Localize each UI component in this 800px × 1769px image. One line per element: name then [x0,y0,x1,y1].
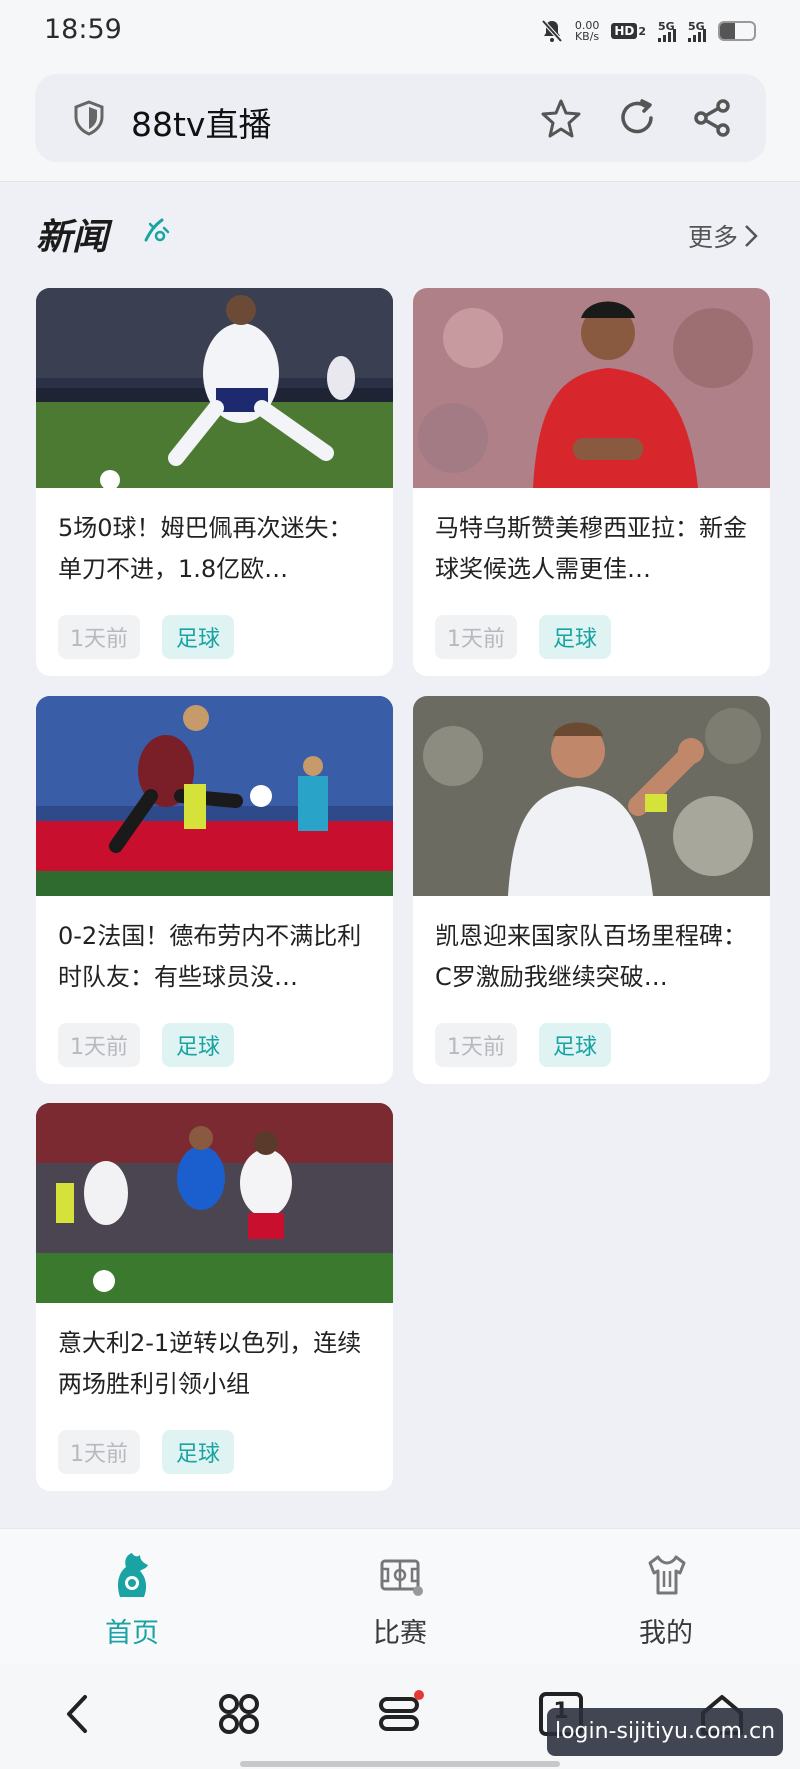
hd-label: HD [611,23,638,39]
news-photo[interactable] [413,288,770,488]
news-tags: 1天前 足球 [435,1023,612,1067]
news-category[interactable]: 足球 [162,1430,235,1474]
news-category[interactable]: 足球 [539,615,612,659]
news-time: 1天前 [58,615,140,659]
more-label[interactable]: 更多 [688,218,738,254]
status-time: 18:59 [44,14,122,45]
signal-icon-1: 5G [658,20,676,42]
tab-mine[interactable]: 我的 [576,1529,756,1664]
watermark: login-sijitiyu.com.cn [547,1708,783,1756]
news-card[interactable]: 凯恩迎来国家队百场里程碑：C罗激励我继续突破… 1天前 足球 [413,696,770,1084]
news-headline[interactable]: 意大利2-1逆转以色列，连续两场胜利引领小组 [58,1323,376,1405]
news-tags: 1天前 足球 [435,615,612,659]
battery-fill [720,23,736,39]
net-speed-unit: KB/s [574,30,600,43]
chevron-right-icon [745,225,758,247]
news-card[interactable]: 马特乌斯赞美穆西亚拉：新金球奖候选人需更佳… 1天前 足球 [413,288,770,676]
news-headline[interactable]: 凯恩迎来国家队百场里程碑：C罗激励我继续突破… [435,916,753,998]
shield-icon[interactable] [69,98,109,138]
app-tab-bar: 首页 比赛 我的 [0,1528,800,1663]
status-bar: 18:59 0.00 KB/s HD 2 5G 5G [0,0,800,62]
rooster-icon[interactable] [110,1549,156,1601]
news-card[interactable]: 0-2法国！德布劳内不满比利时队友：有些球员没… 1天前 足球 [36,696,393,1084]
signal-label-2: 5G [688,20,705,33]
jersey-icon[interactable] [644,1549,690,1601]
hd-sub: 2 [638,24,646,38]
football-deco-icon [144,218,170,242]
news-tags: 1天前 足球 [58,615,235,659]
menu-icon[interactable] [375,1689,425,1739]
url-text[interactable]: 88tv直播 [131,98,271,146]
home-indicator[interactable] [240,1761,560,1767]
news-time: 1天前 [435,1023,517,1067]
signal-label-1: 5G [658,20,675,33]
news-category[interactable]: 足球 [539,1023,612,1067]
share-icon[interactable] [690,96,734,140]
tab-home[interactable]: 首页 [42,1529,222,1664]
news-photo[interactable] [36,1103,393,1303]
tab-home-label[interactable]: 首页 [42,1611,222,1650]
tab-match-label[interactable]: 比赛 [310,1611,490,1650]
news-headline[interactable]: 马特乌斯赞美穆西亚拉：新金球奖候选人需更佳… [435,508,753,590]
news-card[interactable]: 意大利2-1逆转以色列，连续两场胜利引领小组 1天前 足球 [36,1103,393,1491]
pitch-icon[interactable] [378,1549,424,1601]
news-photo[interactable] [36,696,393,896]
tab-mine-label[interactable]: 我的 [576,1611,756,1650]
mute-bell-icon [541,19,563,43]
news-photo[interactable] [413,696,770,896]
section-title: 新闻 [36,216,109,258]
news-tags: 1天前 足球 [58,1023,235,1067]
more-link[interactable]: 更多 [688,218,758,254]
news-time: 1天前 [58,1023,140,1067]
status-icons: 0.00 KB/s HD 2 5G 5G [541,16,756,46]
news-tags: 1天前 足球 [58,1430,235,1474]
hd-badge: HD 2 [611,23,646,39]
tab-match[interactable]: 比赛 [310,1529,490,1664]
news-photo[interactable] [36,288,393,488]
address-bar[interactable]: 88tv直播 [35,74,766,162]
news-headline[interactable]: 0-2法国！德布劳内不满比利时队友：有些球员没… [58,916,376,998]
browser-chrome: 18:59 0.00 KB/s HD 2 5G 5G 88tv直播 [0,0,800,182]
news-time: 1天前 [435,615,517,659]
battery-icon [718,21,756,41]
news-category[interactable]: 足球 [162,615,235,659]
star-icon[interactable] [539,96,583,140]
news-card[interactable]: 5场0球！姆巴佩再次迷失：单刀不进，1.8亿欧… 1天前 足球 [36,288,393,676]
back-icon[interactable] [55,1689,105,1739]
signal-icon-2: 5G [688,20,706,42]
refresh-icon[interactable] [615,96,659,140]
net-speed: 0.00 KB/s [575,20,600,42]
news-time: 1天前 [58,1430,140,1474]
news-headline[interactable]: 5场0球！姆巴佩再次迷失：单刀不进，1.8亿欧… [58,508,376,590]
apps-icon[interactable] [214,1689,264,1739]
news-category[interactable]: 足球 [162,1023,235,1067]
